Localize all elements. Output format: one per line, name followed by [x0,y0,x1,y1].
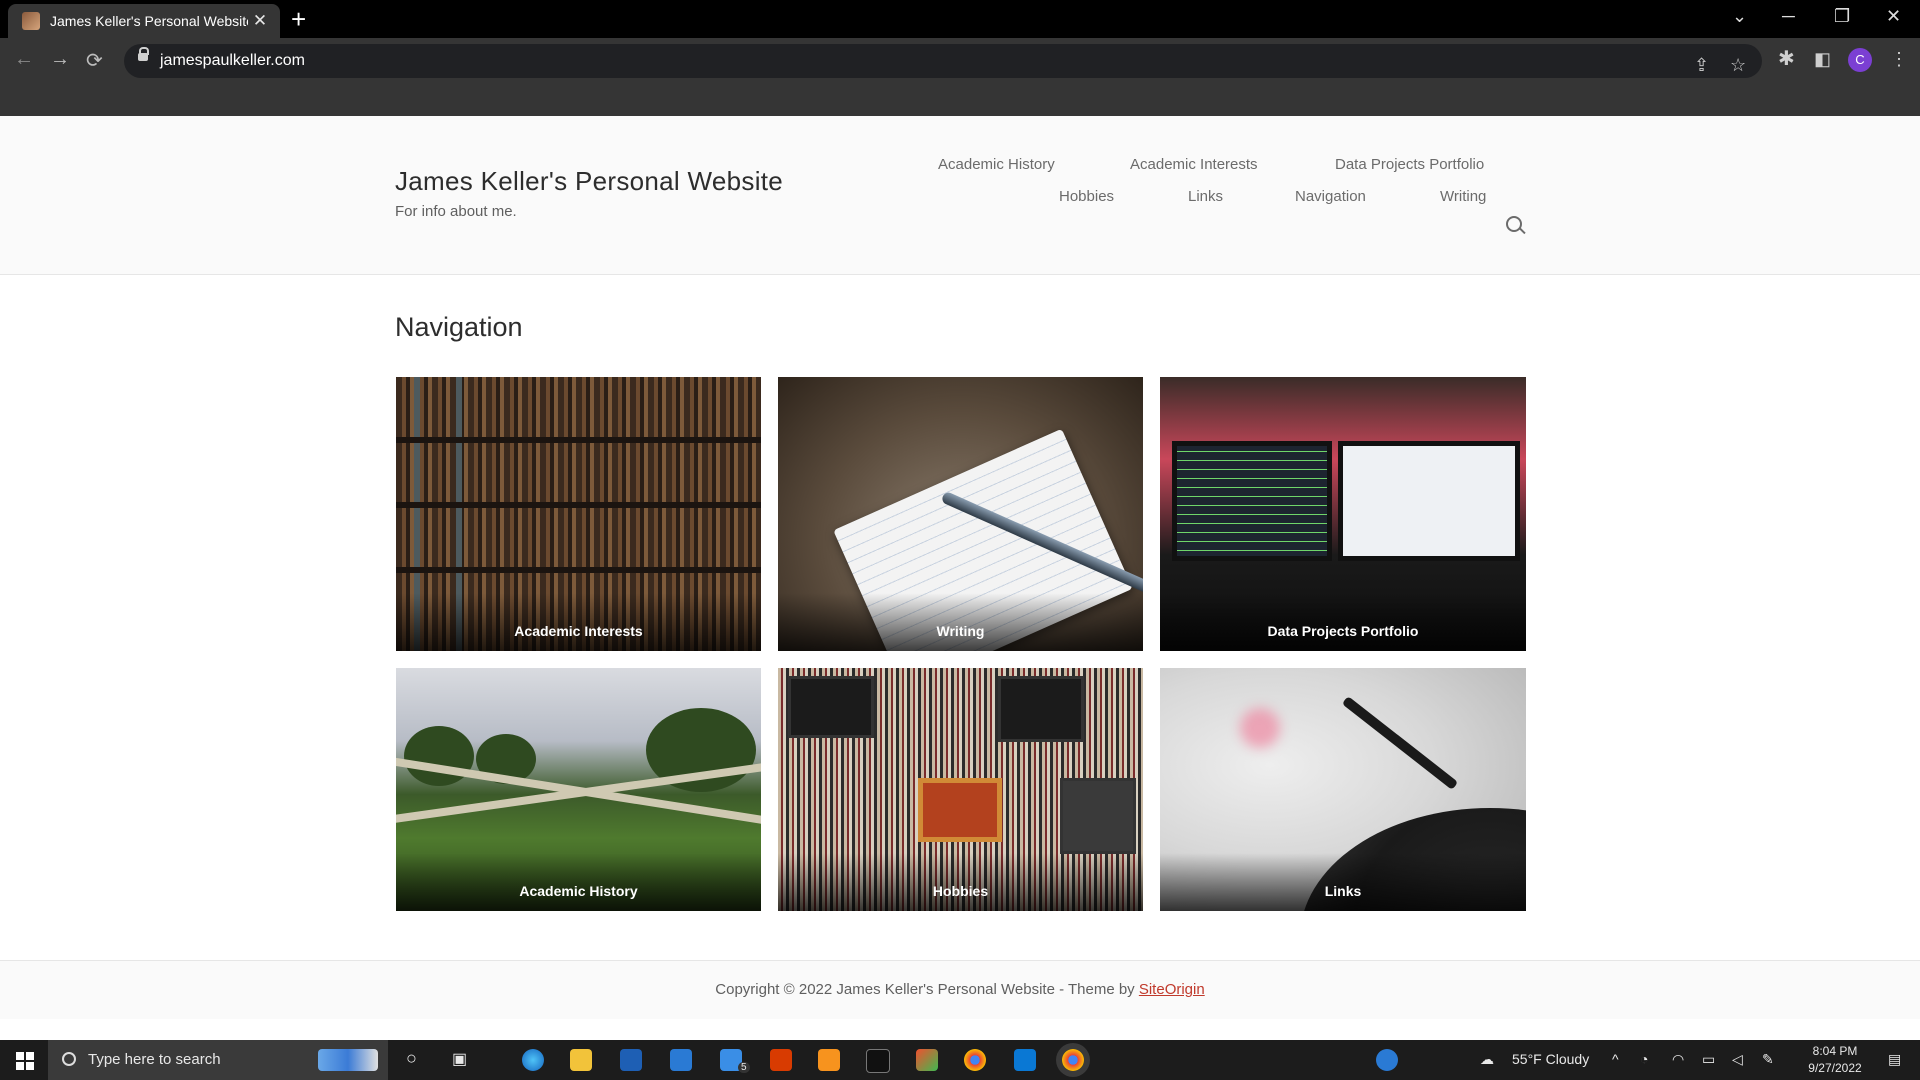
search-icon[interactable] [1506,216,1522,232]
address-bar[interactable]: jamespaulkeller.com ⇪ ☆ [124,44,1762,78]
tonearm-image-detail [1341,695,1459,791]
weather-icon[interactable]: ☁ [1480,1051,1494,1068]
shelf-divider [396,502,761,508]
card-hobbies[interactable]: Hobbies [778,668,1143,911]
card-label: Links [1160,853,1526,911]
tab-search-icon[interactable]: ⌄ [1732,6,1747,27]
window-close-icon[interactable]: ✕ [1886,6,1901,27]
page-title: Navigation [395,312,523,342]
tv-image-detail [918,778,1002,842]
card-label: Hobbies [778,853,1143,911]
menu-item-academic-interests[interactable]: Academic Interests [1130,156,1258,173]
sublime-icon[interactable] [818,1049,840,1071]
git-icon[interactable] [916,1049,938,1071]
shelf-divider [396,437,761,443]
monitor-image-detail [1338,441,1520,561]
side-panel-icon[interactable]: ◧ [1814,49,1831,70]
card-data-projects-portfolio[interactable]: Data Projects Portfolio [1160,377,1526,651]
card-label: Data Projects Portfolio [1160,593,1526,651]
monitor-image-detail [1172,441,1332,561]
task-view-icon[interactable]: ▣ [452,1049,467,1069]
amp-image-detail [1060,778,1136,854]
site-description: For info about me. [395,203,517,220]
network-icon[interactable]: ◔ [1640,1051,1648,1067]
terminal-icon[interactable] [866,1049,890,1073]
card-academic-interests[interactable]: Academic Interests [396,377,761,651]
battery-icon[interactable]: ▭ [1702,1051,1715,1068]
reload-button[interactable]: ⟳ [86,48,103,73]
office-icon[interactable] [770,1049,792,1071]
volume-icon[interactable]: ◁ [1732,1051,1743,1068]
minimize-icon[interactable]: ─ [1782,6,1795,27]
pen-icon[interactable]: ✎ [1762,1051,1774,1068]
menu-item-academic-history[interactable]: Academic History [938,156,1055,173]
clock-date: 9/27/2022 [1808,1061,1862,1075]
menu-item-navigation[interactable]: Navigation [1295,188,1366,205]
taskbar-search-box[interactable]: Type here to search [48,1040,388,1080]
menu-item-links[interactable]: Links [1188,188,1223,205]
mail-badge: 5 [738,1062,750,1073]
lock-icon[interactable] [138,47,149,61]
notifications-icon[interactable]: ▤ [1888,1051,1901,1068]
card-label: Academic Interests [396,593,761,651]
tab-title: James Keller's Personal Website [50,13,248,29]
profile-avatar[interactable]: C [1848,48,1872,72]
url-text[interactable]: jamespaulkeller.com [160,52,305,70]
cortana-icon[interactable]: ○ [406,1048,417,1069]
amp-image-detail [788,676,874,738]
site-title[interactable]: James Keller's Personal Website [395,166,783,197]
card-label: Academic History [396,853,761,911]
siteorigin-link[interactable]: SiteOrigin [1139,981,1205,998]
copyright-line: Copyright © 2022 James Keller's Personal… [0,981,1920,998]
menu-item-writing[interactable]: Writing [1440,188,1486,205]
menu-icon[interactable]: ⋮ [1890,49,1908,70]
back-button[interactable]: ← [14,48,34,71]
amp-image-detail [998,676,1084,742]
star-icon[interactable]: ☆ [1730,55,1746,76]
clock-time: 8:04 PM [1812,1044,1858,1058]
card-academic-history[interactable]: Academic History [396,668,761,911]
windows-start-icon[interactable] [16,1052,34,1070]
help-icon[interactable] [1376,1049,1398,1071]
tray-chevron-icon[interactable]: ^ [1612,1051,1619,1067]
extensions-icon[interactable]: ✱ [1778,46,1795,71]
share-icon[interactable]: ⇪ [1694,55,1709,76]
tree-image-detail [404,726,474,786]
bokeh-image-detail [1240,708,1280,748]
site-header: James Keller's Personal Website For info… [0,116,1920,275]
powershell-icon[interactable] [620,1049,642,1071]
site-footer: Copyright © 2022 James Keller's Personal… [0,960,1920,1019]
forward-button[interactable]: → [50,48,70,71]
restore-icon[interactable]: ❐ [1834,6,1850,27]
browser-toolbar: ← → ⟳ jamespaulkeller.com ⇪ ☆ ✱ ◧ C ⋮ [0,38,1920,116]
card-links[interactable]: Links [1160,668,1526,911]
edge-icon[interactable] [522,1049,544,1071]
tab-close-icon[interactable]: ✕ [248,11,272,31]
browser-tab[interactable]: James Keller's Personal Website ✕ [8,4,280,38]
weather-text[interactable]: 55°F Cloudy [1512,1051,1589,1067]
wifi-icon[interactable]: ◠ [1672,1051,1684,1068]
chrome-icon[interactable] [964,1049,986,1071]
copyright-text: Copyright © 2022 James Keller's Personal… [715,981,1139,998]
taskbar-search-placeholder: Type here to search [88,1051,221,1068]
vscode-icon[interactable] [1014,1049,1036,1071]
menu-item-hobbies[interactable]: Hobbies [1059,188,1114,205]
card-label: Writing [778,593,1143,651]
browser-tab-strip: James Keller's Personal Website ✕ + ⌄ ─ … [0,0,1920,38]
store-icon[interactable] [670,1049,692,1071]
search-highlight-icon [318,1049,378,1071]
clock[interactable]: 8:04 PM 9/27/2022 [1790,1043,1880,1077]
file-explorer-icon[interactable] [570,1049,592,1071]
site-favicon-icon [22,12,40,30]
search-icon [62,1052,76,1066]
card-writing[interactable]: Writing [778,377,1143,651]
new-tab-button[interactable]: + [291,5,306,33]
menu-item-data-projects-portfolio[interactable]: Data Projects Portfolio [1335,156,1484,173]
shelf-divider [396,567,761,573]
windows-taskbar: Type here to search ○ ▣ 5 ☁ 55°F Cloudy … [0,1040,1920,1080]
chrome-active-icon[interactable] [1062,1049,1084,1071]
